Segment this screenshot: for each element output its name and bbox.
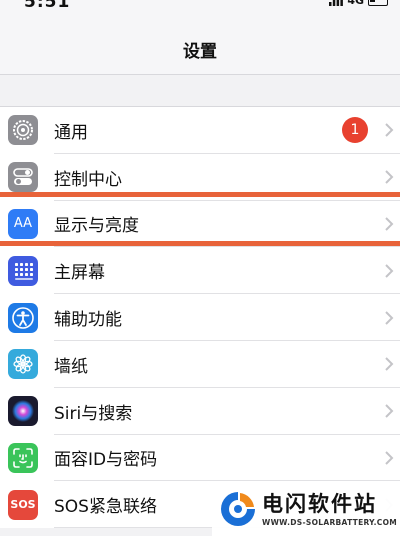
page-title: 设置: [183, 42, 217, 62]
siri-icon: [8, 396, 38, 427]
settings-item-label: 通用: [54, 122, 88, 143]
settings-item-accessibility[interactable]: 辅助功能: [0, 294, 400, 341]
watermark: 电闪软件站 WWW.DS-SOLARBATTERY.COM: [212, 486, 400, 536]
settings-item-label: 辅助功能: [54, 310, 122, 331]
gear-icon: [8, 115, 38, 146]
highlight-line-bottom: [0, 241, 400, 246]
watermark-title: 电闪软件站: [262, 492, 377, 516]
toggles-icon: [8, 162, 38, 193]
status-indicators: 4G: [329, 0, 388, 7]
settings-item-label: Siri与搜索: [54, 403, 133, 424]
navigation-bar: 设置: [0, 22, 400, 75]
settings-list: 通用 1 控制中心 AA 显示与亮度 主屏幕 辅助功能 墙纸 Siri与搜索 面…: [0, 106, 400, 529]
chevron-right-icon: [385, 217, 394, 231]
chevron-right-icon: [385, 170, 394, 184]
settings-item-siri-search[interactable]: Siri与搜索: [0, 388, 400, 435]
chevron-right-icon: [385, 451, 394, 465]
chevron-right-icon: [385, 123, 394, 138]
chevron-right-icon: [385, 404, 394, 418]
notification-badge: 1: [342, 117, 368, 144]
accessibility-icon: [8, 302, 38, 333]
settings-item-label: 显示与亮度: [54, 216, 139, 237]
display-brightness-icon: AA: [8, 208, 38, 239]
home-screen-icon: [8, 255, 38, 286]
settings-item-general[interactable]: 通用 1: [0, 107, 400, 154]
status-bar: 5:51 4G: [0, 0, 400, 22]
chevron-right-icon: [385, 357, 394, 372]
sos-icon: SOS: [8, 489, 38, 520]
watermark-url: WWW.DS-SOLARBATTERY.COM: [262, 518, 398, 527]
settings-item-label: 控制中心: [54, 169, 122, 190]
settings-item-label: SOS紧急联络: [54, 497, 157, 518]
settings-item-label: 墙纸: [54, 356, 88, 377]
settings-item-label: 面容ID与密码: [54, 450, 158, 471]
settings-screen: 5:51 4G 设置 通用 1 控制中心 AA 显示与亮度 主屏幕 辅助功能 墙…: [0, 0, 400, 536]
settings-item-home-screen[interactable]: 主屏幕: [0, 247, 400, 294]
settings-item-label: 主屏幕: [54, 263, 105, 284]
status-time: 5:51: [24, 0, 71, 12]
battery-icon: [368, 0, 388, 6]
network-type: 4G: [347, 0, 364, 7]
chevron-right-icon: [385, 310, 394, 325]
chevron-right-icon: [385, 264, 394, 278]
wallpaper-flower-icon: [8, 349, 38, 380]
highlight-line-top: [0, 192, 400, 197]
watermark-logo-icon: [221, 492, 255, 526]
face-id-icon: [8, 442, 38, 473]
settings-item-face-id[interactable]: 面容ID与密码: [0, 435, 400, 482]
signal-icon: [329, 0, 344, 6]
settings-item-wallpaper[interactable]: 墙纸: [0, 341, 400, 388]
